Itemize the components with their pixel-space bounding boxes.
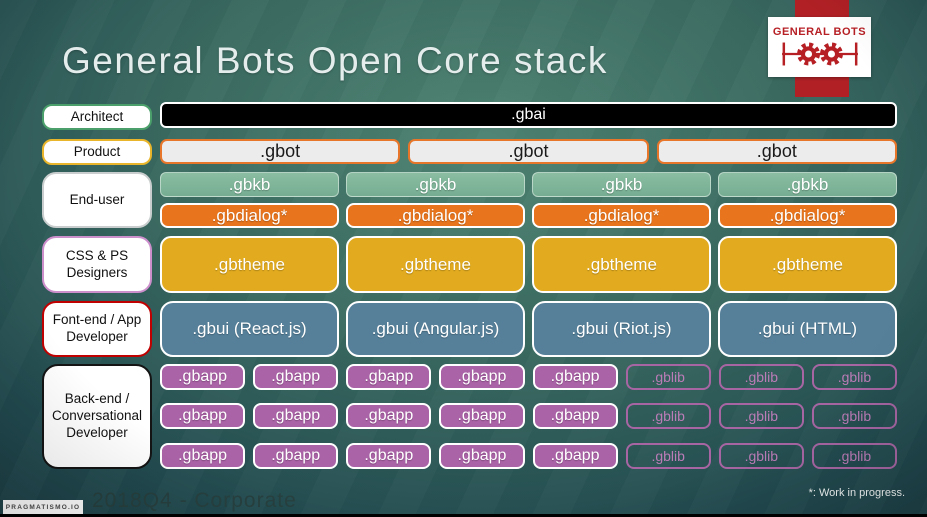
gears-icon [781, 42, 858, 65]
apps-row-3: .gbapp .gbapp .gbapp .gbapp .gbapp .gbli… [160, 443, 897, 469]
gbapp-node: .gbapp [253, 443, 339, 469]
gbdialog-node: .gbdialog* [532, 203, 711, 228]
gbapp-node: .gbapp [439, 364, 525, 390]
gbot-node: .gbot [160, 139, 401, 164]
gbui-angular-node: .gbui (Angular.js) [346, 301, 525, 357]
logo-wordmark: GENERAL BOTS [772, 25, 867, 38]
gblib-node: .gblib [625, 443, 711, 469]
gbapp-node: .gbapp [160, 443, 246, 469]
slide: General Bots Open Core stack GENERAL BOT… [0, 0, 927, 517]
gbapp-node: .gbapp [346, 403, 432, 429]
gbapp-node: .gbapp [160, 403, 246, 429]
gbapp-node: .gbapp [532, 364, 618, 390]
gbui-row: .gbui (React.js) .gbui (Angular.js) .gbu… [160, 301, 897, 357]
gbapp-node: .gbapp [253, 403, 339, 429]
gblib-node: .gblib [625, 403, 711, 429]
gbkb-node: .gbkb [718, 172, 897, 197]
gblib-node: .gblib [718, 364, 804, 390]
pragmatismo-badge: PRAGMATISMO.IO [3, 500, 83, 515]
work-in-progress-note: *: Work in progress. [808, 487, 905, 499]
gbot-node: .gbot [656, 139, 897, 164]
gbapp-node: .gbapp [253, 364, 339, 390]
general-bots-logo: GENERAL BOTS [768, 17, 871, 77]
gblib-node: .gblib [625, 364, 711, 390]
page-title: General Bots Open Core stack [62, 40, 608, 81]
gbapp-node: .gbapp [346, 443, 432, 469]
role-label-product: Product [42, 139, 152, 165]
gbapp-node: .gbapp [346, 364, 432, 390]
role-label-css-ps-designers: CSS & PS Designers [42, 236, 152, 293]
gbapp-node: .gbapp [532, 403, 618, 429]
gblib-node: .gblib [811, 364, 897, 390]
gbkb-row: .gbkb .gbkb .gbkb .gbkb [160, 172, 897, 197]
gbkb-node: .gbkb [346, 172, 525, 197]
gbapp-node: .gbapp [160, 364, 246, 390]
gbdialog-node: .gbdialog* [346, 203, 525, 228]
apps-row-2: .gbapp .gbapp .gbapp .gbapp .gbapp .gbli… [160, 403, 897, 429]
gbdialog-node: .gbdialog* [160, 203, 339, 228]
role-label-architect: Architect [42, 104, 152, 130]
gblib-node: .gblib [811, 443, 897, 469]
gbapp-node: .gbapp [439, 403, 525, 429]
gblib-node: .gblib [811, 403, 897, 429]
gbapp-node: .gbapp [532, 443, 618, 469]
gbot-node: .gbot [408, 139, 649, 164]
gbot-row: .gbot .gbot .gbot [160, 139, 897, 164]
gbdialog-node: .gbdialog* [718, 203, 897, 228]
role-label-frontend-app-developer: Font-end / App Developer [42, 301, 152, 357]
gbai-bar: .gbai [160, 102, 897, 128]
gbui-html-node: .gbui (HTML) [718, 301, 897, 357]
gbtheme-node: .gbtheme [532, 236, 711, 293]
gblib-node: .gblib [718, 443, 804, 469]
gbtheme-row: .gbtheme .gbtheme .gbtheme .gbtheme [160, 236, 897, 293]
gbtheme-node: .gbtheme [160, 236, 339, 293]
gbdialog-row: .gbdialog* .gbdialog* .gbdialog* .gbdial… [160, 203, 897, 228]
role-label-end-user: End-user [42, 172, 152, 228]
role-label-backend-conversational-developer: Back-end / Conversational Developer [42, 364, 152, 469]
gbapp-node: .gbapp [439, 443, 525, 469]
gbkb-node: .gbkb [532, 172, 711, 197]
gbui-react-node: .gbui (React.js) [160, 301, 339, 357]
slide-footer-caption: 2018Q4 - Corporate [92, 489, 297, 512]
apps-row-1: .gbapp .gbapp .gbapp .gbapp .gbapp .gbli… [160, 364, 897, 390]
gbtheme-node: .gbtheme [718, 236, 897, 293]
gbkb-node: .gbkb [160, 172, 339, 197]
gbui-riot-node: .gbui (Riot.js) [532, 301, 711, 357]
gblib-node: .gblib [718, 403, 804, 429]
gbtheme-node: .gbtheme [346, 236, 525, 293]
